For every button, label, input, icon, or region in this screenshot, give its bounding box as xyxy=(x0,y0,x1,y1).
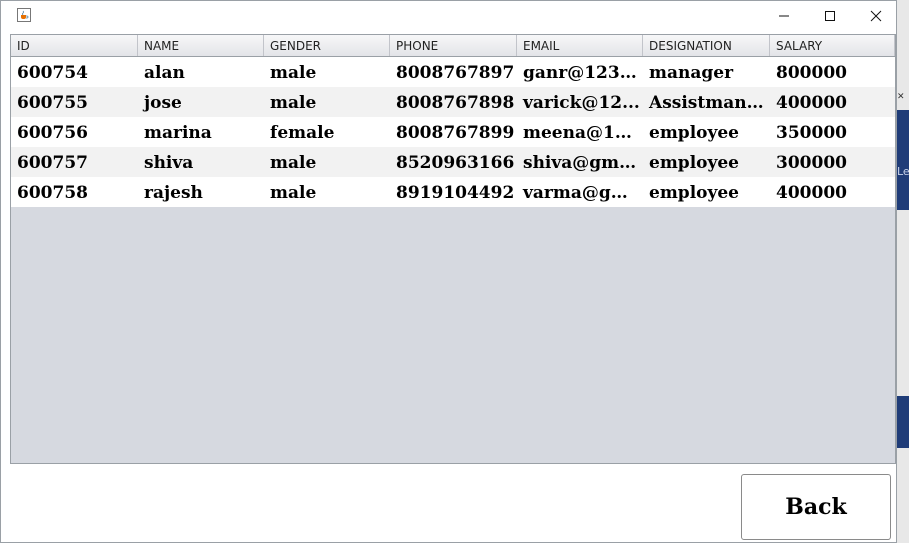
java-cup-icon xyxy=(17,8,31,22)
cell-id: 600758 xyxy=(17,183,88,203)
table-row[interactable]: 600755 jose male 8008767898 varick@12...… xyxy=(11,87,895,117)
cell-designation: employee xyxy=(649,183,739,203)
cell-salary: 350000 xyxy=(776,123,847,143)
table-row[interactable]: 600758 rajesh male 8919104492 varma@gm..… xyxy=(11,177,895,207)
maximize-button[interactable] xyxy=(807,1,853,31)
table-header: ID NAME GENDER PHONE EMAIL DESIGNATION S… xyxy=(11,35,895,57)
column-header-name[interactable]: NAME xyxy=(138,35,264,56)
close-button[interactable] xyxy=(853,1,899,31)
cell-id: 600755 xyxy=(17,93,88,113)
cell-gender: male xyxy=(270,93,317,113)
cell-phone: 8520963166 xyxy=(396,153,515,173)
table-row[interactable]: 600757 shiva male 8520963166 shiva@gma..… xyxy=(11,147,895,177)
cell-designation: employee xyxy=(649,123,739,143)
cell-name: alan xyxy=(144,63,185,83)
column-header-email[interactable]: EMAIL xyxy=(517,35,643,56)
column-header-gender[interactable]: GENDER xyxy=(264,35,390,56)
cell-email: varma@gm... xyxy=(523,183,643,203)
close-icon xyxy=(870,10,882,22)
cell-gender: female xyxy=(270,123,335,143)
minimize-button[interactable] xyxy=(761,1,807,31)
cell-phone: 8008767899 xyxy=(396,123,515,143)
cell-email: meena@12... xyxy=(523,123,643,143)
title-bar[interactable] xyxy=(1,1,896,31)
column-header-id[interactable]: ID xyxy=(11,35,138,56)
table-row[interactable]: 600756 marina female 8008767899 meena@12… xyxy=(11,117,895,147)
cell-designation: employee xyxy=(649,153,739,173)
cell-gender: male xyxy=(270,153,317,173)
cell-email: shiva@gma... xyxy=(523,153,643,173)
column-header-designation[interactable]: DESIGNATION xyxy=(643,35,770,56)
cell-gender: male xyxy=(270,63,317,83)
cell-id: 600757 xyxy=(17,153,88,173)
employee-details-window: ID NAME GENDER PHONE EMAIL DESIGNATION S… xyxy=(0,0,897,543)
cell-name: shiva xyxy=(144,153,194,173)
employee-table[interactable]: ID NAME GENDER PHONE EMAIL DESIGNATION S… xyxy=(10,34,896,464)
maximize-icon xyxy=(825,11,835,21)
back-button[interactable]: Back xyxy=(741,474,891,540)
cell-salary: 400000 xyxy=(776,183,847,203)
cell-name: rajesh xyxy=(144,183,203,203)
cell-email: ganr@123g... xyxy=(523,63,643,83)
cell-phone: 8008767898 xyxy=(396,93,515,113)
cell-salary: 300000 xyxy=(776,153,847,173)
background-close-icon: ✕ xyxy=(897,92,905,102)
cell-id: 600756 xyxy=(17,123,88,143)
cell-designation: Assistmana... xyxy=(649,93,770,113)
cell-id: 600754 xyxy=(17,63,88,83)
minimize-icon xyxy=(779,15,789,17)
cell-phone: 8008767897 xyxy=(396,63,515,83)
background-panel xyxy=(897,110,909,210)
table-row[interactable]: 600754 alan male 8008767897 ganr@123g...… xyxy=(11,57,895,87)
cell-name: marina xyxy=(144,123,212,143)
column-header-salary[interactable]: SALARY xyxy=(770,35,895,56)
background-panel-lower xyxy=(897,396,909,448)
cell-designation: manager xyxy=(649,63,734,83)
background-application-edge: ✕ Le xyxy=(897,0,909,543)
cell-phone: 8919104492 xyxy=(396,183,515,203)
column-header-phone[interactable]: PHONE xyxy=(390,35,517,56)
cell-email: varick@12... xyxy=(523,93,640,113)
background-partial-text: Le xyxy=(897,165,909,178)
cell-salary: 800000 xyxy=(776,63,847,83)
cell-salary: 400000 xyxy=(776,93,847,113)
cell-gender: male xyxy=(270,183,317,203)
cell-name: jose xyxy=(144,93,182,113)
